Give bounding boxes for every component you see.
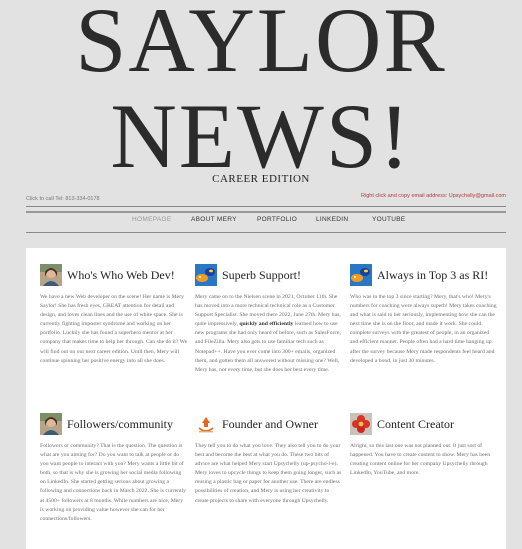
- card-body: Followers or community? That is the ques…: [40, 443, 186, 522]
- upsychelly-logo-icon: [195, 413, 217, 435]
- card-title: Who's Who Web Dev!: [67, 268, 175, 282]
- red-flower-icon: [350, 413, 372, 435]
- card-whos-who: Who's Who Web Dev! We have a new Web dev…: [40, 264, 188, 366]
- card-title: Followers/community: [67, 417, 173, 431]
- card-title: Founder and Owner: [222, 417, 318, 431]
- email-contact-text: Right click and copy email address: Upsy…: [361, 193, 506, 199]
- nav-homepage[interactable]: HOMEPAGE: [132, 216, 171, 223]
- divider-top: [26, 206, 506, 207]
- click-to-call-link[interactable]: Click to call Tel: 813-334-0178: [26, 196, 100, 202]
- card-followers: Followers/community Followers or communi…: [40, 413, 188, 524]
- content-panel: Who's Who Web Dev! We have a new Web dev…: [26, 248, 506, 549]
- nav-linkedin[interactable]: LINKEDIN: [316, 216, 348, 223]
- nav-portfolio[interactable]: PORTFOLIO: [257, 216, 297, 223]
- divider-bottom: [26, 232, 506, 233]
- card-body: They tell you to do what you love. They …: [195, 443, 342, 504]
- card-title: Superb Support!: [222, 268, 301, 282]
- card-body: Who was in the top 3 since starting? Mer…: [350, 294, 497, 364]
- card-superb-support: Superb Support! Mery came on to the Niel…: [195, 264, 343, 375]
- card-founder: Founder and Owner They tell you to do wh…: [195, 413, 343, 506]
- main-navigation: HOMEPAGE ABOUT MERY PORTFOLIO LINKEDIN Y…: [26, 216, 506, 230]
- woman-portrait-icon: [40, 413, 62, 435]
- divider-top-thick: [26, 211, 506, 213]
- card-body: We have a new Web developer on the scene…: [40, 294, 188, 364]
- woman-portrait-icon: [40, 264, 62, 286]
- card-body: Alright, so this last one was not planne…: [350, 443, 491, 477]
- card-title: Always in Top 3 as RI!: [377, 268, 489, 282]
- card-body: Mery came on to the Nielsen scene in 202…: [195, 294, 341, 373]
- nav-youtube[interactable]: YOUTUBE: [372, 216, 406, 223]
- nav-about-mery[interactable]: ABOUT MERY: [191, 216, 237, 223]
- card-title: Content Creator: [377, 417, 454, 431]
- card-top-3: Always in Top 3 as RI! Who was in the to…: [350, 264, 498, 366]
- fish-characters-icon: [195, 264, 217, 286]
- card-content-creator: Content Creator Alright, so this last on…: [350, 413, 498, 478]
- fish-characters-icon: [350, 264, 372, 286]
- edition-subtitle: CAREER EDITION: [212, 173, 310, 185]
